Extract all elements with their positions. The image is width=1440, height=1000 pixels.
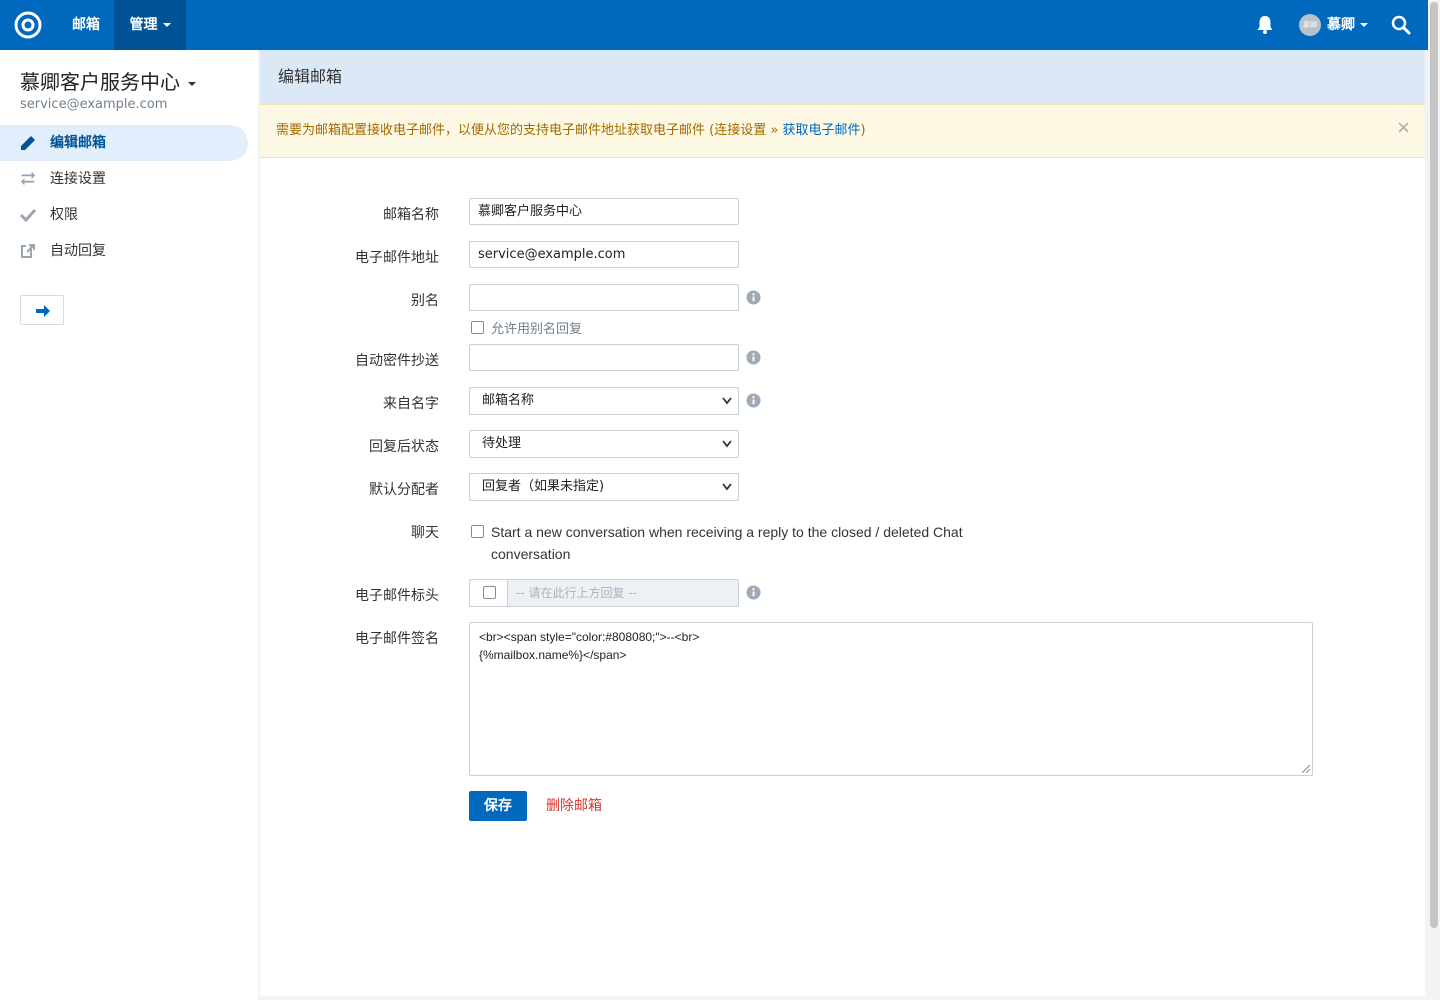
delete-mailbox-link[interactable]: 删除邮箱 — [546, 791, 602, 821]
main-panel: 编辑邮箱 需要为邮箱配置接收电子邮件，以便从您的支持电子邮件地址获取电子邮件 (… — [260, 50, 1425, 996]
info-icon[interactable] — [746, 393, 761, 408]
allow-alias-reply-label: 允许用别名回复 — [491, 322, 583, 337]
sidebar-item-permissions[interactable]: 权限 — [0, 197, 248, 233]
check-icon — [19, 208, 37, 223]
search-icon[interactable] — [1391, 15, 1411, 35]
default-assignee-value: 回复者（如果未指定) — [482, 479, 605, 494]
allow-alias-reply-checkbox[interactable] — [471, 321, 484, 334]
caret-down-icon — [1360, 23, 1368, 27]
mailbox-name-label: 邮箱名称 — [383, 207, 439, 223]
mailbox-switcher[interactable]: 慕卿客户服务中心 — [20, 66, 196, 95]
scrollbar-thumb[interactable] — [1430, 2, 1438, 928]
alert-text: 需要为邮箱配置接收电子邮件，以便从您的支持电子邮件地址获取电子邮件 (连接设置 … — [276, 105, 866, 157]
mailbox-name-input[interactable]: 慕卿客户服务中心 — [469, 198, 739, 225]
fetch-emails-link[interactable]: 获取电子邮件 — [782, 123, 860, 138]
info-icon[interactable] — [746, 290, 761, 305]
sidebar-item-auto-reply[interactable]: 自动回复 — [0, 233, 248, 269]
caret-down-icon — [162, 23, 171, 27]
signature-text: <br><span style="color:#808080;">--<br> … — [479, 630, 700, 662]
resize-handle-icon[interactable] — [1302, 765, 1310, 773]
nav-mailbox[interactable]: 邮箱 — [58, 0, 114, 50]
exchange-icon — [20, 171, 36, 186]
email-signature-textarea[interactable]: <br><span style="color:#808080;">--<br> … — [469, 622, 1313, 776]
close-icon[interactable]: × — [1396, 119, 1411, 137]
email-header-input[interactable]: -- 请在此行上方回复 -- — [508, 580, 738, 606]
sidebar-item-label: 权限 — [50, 207, 78, 223]
page-header: 编辑邮箱 — [260, 50, 1425, 104]
save-button[interactable]: 保存 — [469, 791, 527, 821]
sidebar-item-edit-mailbox[interactable]: 编辑邮箱 — [0, 125, 248, 161]
email-header-toggle — [470, 580, 508, 606]
arrow-right-icon — [36, 305, 50, 317]
auto-bcc-input[interactable] — [469, 344, 739, 371]
avatar[interactable]: 慕卿 — [1299, 14, 1321, 36]
default-assignee-select[interactable]: 回复者（如果未指定) — [469, 473, 739, 501]
sidebar-item-label: 编辑邮箱 — [50, 135, 106, 151]
email-header-label: 电子邮件标头 — [355, 588, 439, 604]
connection-alert: 需要为邮箱配置接收电子邮件，以便从您的支持电子邮件地址获取电子邮件 (连接设置 … — [260, 104, 1425, 158]
nav-manage-label: 管理 — [129, 17, 158, 33]
email-address-input[interactable]: service@example.com — [469, 241, 739, 268]
aliases-input[interactable] — [469, 284, 739, 311]
aliases-label: 别名 — [411, 293, 439, 309]
chat-new-conversation-label: Start a new conversation when receiving … — [491, 524, 963, 562]
chat-label: 聊天 — [411, 525, 439, 541]
page-scrollbar[interactable] — [1428, 0, 1440, 1000]
status-after-reply-select[interactable]: 待处理 — [469, 430, 739, 458]
email-signature-label: 电子邮件签名 — [355, 631, 439, 647]
info-icon[interactable] — [746, 350, 761, 365]
pencil-icon — [21, 136, 35, 150]
caret-down-icon — [188, 81, 196, 86]
from-name-select[interactable]: 邮箱名称 — [469, 387, 739, 415]
chevron-down-icon — [722, 397, 732, 405]
share-icon — [21, 244, 35, 258]
chat-new-conversation-checkbox[interactable] — [471, 525, 484, 538]
logo-icon[interactable] — [14, 11, 42, 39]
chevron-down-icon — [722, 483, 732, 491]
page-title: 编辑邮箱 — [278, 67, 343, 86]
sidebar: 慕卿客户服务中心 service@example.com 编辑邮箱 连接设置 权… — [0, 50, 258, 1000]
chevron-down-icon — [722, 440, 732, 448]
nav-manage[interactable]: 管理 — [114, 0, 186, 50]
email-header-field: -- 请在此行上方回复 -- — [469, 579, 739, 607]
sidebar-item-label: 自动回复 — [50, 243, 106, 259]
alert-suffix: ) — [860, 123, 866, 138]
mailbox-email: service@example.com — [20, 97, 168, 112]
user-name: 慕卿 — [1327, 17, 1355, 33]
status-after-reply-label: 回复后状态 — [369, 439, 439, 455]
status-after-reply-value: 待处理 — [482, 436, 522, 451]
from-name-label: 来自名字 — [383, 396, 439, 412]
auto-bcc-label: 自动密件抄送 — [355, 353, 439, 369]
email-header-checkbox[interactable] — [483, 586, 496, 599]
mailbox-name: 慕卿客户服务中心 — [20, 70, 180, 94]
from-name-value: 邮箱名称 — [482, 393, 535, 408]
alert-message: 需要为邮箱配置接收电子邮件，以便从您的支持电子邮件地址获取电子邮件 (连接设置 … — [276, 123, 783, 138]
sidebar-toggle-button[interactable] — [20, 295, 64, 325]
default-assignee-label: 默认分配者 — [369, 482, 439, 498]
sidebar-item-connection-settings[interactable]: 连接设置 — [0, 161, 248, 197]
bell-icon[interactable] — [1256, 15, 1274, 35]
top-navbar: 邮箱 管理 慕卿 慕卿 — [0, 0, 1440, 50]
sidebar-item-label: 连接设置 — [50, 171, 106, 187]
info-icon[interactable] — [746, 585, 761, 600]
email-address-label: 电子邮件地址 — [355, 250, 439, 266]
user-menu[interactable]: 慕卿 — [1327, 0, 1368, 50]
